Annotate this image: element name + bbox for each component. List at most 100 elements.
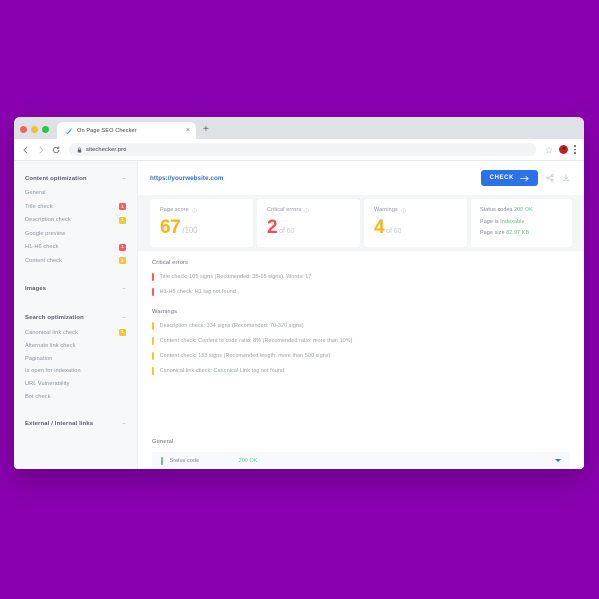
app-body: Content optimization – General Title che… [14,161,584,469]
status-code-label: Status code [169,457,200,464]
chevron-collapse-icon[interactable]: – [123,176,127,182]
sidebar-group-title: Content optimization [25,176,87,182]
sidebar-item-label: Pagination [25,355,53,362]
issue-text: H1-H6 check: H1 tag not found [159,289,236,295]
back-icon[interactable] [22,146,30,154]
sidebar-item-google-preview[interactable]: Google preview [14,227,137,240]
close-icon[interactable]: × [186,127,190,134]
new-tab-button[interactable]: + [203,125,209,139]
severity-bar-icon [152,322,154,330]
page-score-card: Page score 67 /100 [150,199,253,247]
sidebar-item-label: Description check [25,217,71,224]
page-is-label: Page is [480,218,499,225]
browser-tab[interactable]: On Page SEO Checker × [57,122,196,139]
list-item[interactable]: Description check: 334 signs (Recomended… [152,322,570,330]
sidebar-item-general[interactable]: General [14,187,137,200]
sidebar-item-title-check[interactable]: Title check 1 [14,200,137,214]
page-size-line: Page size 82.97 KB [480,230,563,236]
list-item[interactable]: Canonical link check: Canonical Link tag… [152,367,570,375]
arrow-right-icon [520,175,529,181]
status-badge: 1 [119,329,126,337]
main-content: https://yourwebsite.com CHECK Page score… [138,161,584,469]
sidebar-item-bot-check[interactable]: Bot check [14,391,137,404]
page-is-line: Page is Indexable [480,219,563,225]
status-badge: 2 [119,257,126,265]
reload-icon[interactable] [52,145,60,154]
info-icon[interactable] [192,207,197,213]
list-item[interactable]: Content check: 153 signs (Recomended len… [152,352,570,360]
browser-tab-title: On Page SEO Checker [77,127,137,134]
chevron-down-icon[interactable] [555,459,561,462]
page-score-card-title: Page score [160,207,243,213]
download-icon[interactable] [562,174,570,182]
analyzed-url[interactable]: https://yourwebsite.com [150,175,473,182]
summary-cards: Page score 67 /100 Critical errors 2 of … [138,195,584,251]
critical-errors-card: Critical errors 2 of 60 [257,199,360,247]
severity-bar-icon [152,352,154,360]
share-icon[interactable] [546,174,554,182]
critical-errors-suffix: of 60 [279,228,295,235]
window-controls [20,126,49,139]
sidebar-group-header-external-internal-links[interactable]: External / Internal links – [14,416,137,432]
maximize-window-button[interactable] [42,126,49,133]
warnings-suffix: of 60 [386,228,402,235]
sidebar-item-pagination[interactable]: Pagination [14,352,137,365]
sidebar-item-description-check[interactable]: Description check 1 [14,214,137,228]
sidebar-group-header-search-optimization[interactable]: Search optimization – [14,310,137,326]
close-window-button[interactable] [20,126,27,133]
status-codes-line: Status codes 200 OK [480,207,563,213]
sidebar-item-content-check[interactable]: Content check 2 [14,254,137,268]
chevron-collapse-icon[interactable]: – [123,421,127,427]
sidebar-item-url-vulnerability[interactable]: URL Vulnerability [14,378,137,391]
status-badge: 1 [119,216,126,224]
list-item[interactable]: H1-H6 check: H1 tag not found [152,288,570,296]
sidebar-item-label: Google preview [25,230,66,237]
issues-section: Critical errors Title check: 105 signs (… [138,251,584,433]
info-icon[interactable] [401,207,406,213]
severity-bar-icon [152,367,154,375]
sidebar-group-title: External / Internal links [25,421,94,428]
sidebar-group-content-optimization: Content optimization – General Title che… [14,171,137,268]
warnings-section-title: Warnings [152,309,178,315]
sidebar-item-h1-h6-check[interactable]: H1-H6 check 1 [14,240,137,254]
list-item[interactable]: Title check: 105 signs (Recomended: 35-6… [152,273,570,281]
info-icon[interactable] [304,207,310,213]
sidebar-group-search-optimization: Search optimization – Canonical link che… [14,310,137,404]
card-label: Warnings [374,207,398,213]
sidebar-item-label: URL Vulnerability [25,381,70,388]
forward-icon[interactable] [37,146,45,154]
status-badge: 1 [119,203,126,211]
issue-text: Content check: 153 signs (Recomended len… [159,353,331,359]
severity-bar-icon [152,337,154,345]
general-section: General Status code 200 OK [138,433,584,469]
sidebar-item-canonical-link-check[interactable]: Canonical link check 1 [14,326,137,340]
sidebar-group-title: Images [25,285,47,292]
sidebar-group-external-internal-links: External / Internal links – [14,416,137,432]
chevron-collapse-icon[interactable]: – [123,286,127,292]
check-button[interactable]: CHECK [480,170,538,186]
severity-bar-icon [152,273,154,281]
sidebar-item-label: Canonical link check [25,329,78,336]
sidebar-group-header-images[interactable]: Images – [14,281,137,297]
sidebar-item-label: H1-H6 check [25,244,59,251]
chevron-collapse-icon[interactable]: – [123,315,127,321]
page-score-value: 67 [160,217,181,238]
sidebar-item-is-open-for-indexation[interactable]: Is open for indexation [14,365,137,378]
browser-menu-icon[interactable] [574,145,576,154]
url-bar[interactable]: sitechecker.pro [69,143,536,156]
minimize-window-button[interactable] [31,126,38,133]
list-item[interactable]: Content check: Content to code ratio: 8%… [152,337,570,345]
bookmark-star-icon[interactable] [545,145,553,154]
critical-errors-value: 2 [267,217,278,238]
warnings-card-title: Warnings [374,207,457,213]
status-code-row[interactable]: Status code 200 OK [152,452,570,469]
warnings-value: 4 [374,217,385,238]
check-button-label: CHECK [489,175,514,181]
card-label: Page score [160,207,189,213]
status-badge: 1 [119,243,126,251]
avatar[interactable] [559,145,568,154]
sidebar-item-alternate-link-check[interactable]: Alternate link check [14,339,137,352]
sidebar-group-header-content-optimization[interactable]: Content optimization – [14,171,137,187]
critical-errors-value-row: 2 of 60 [267,218,350,237]
